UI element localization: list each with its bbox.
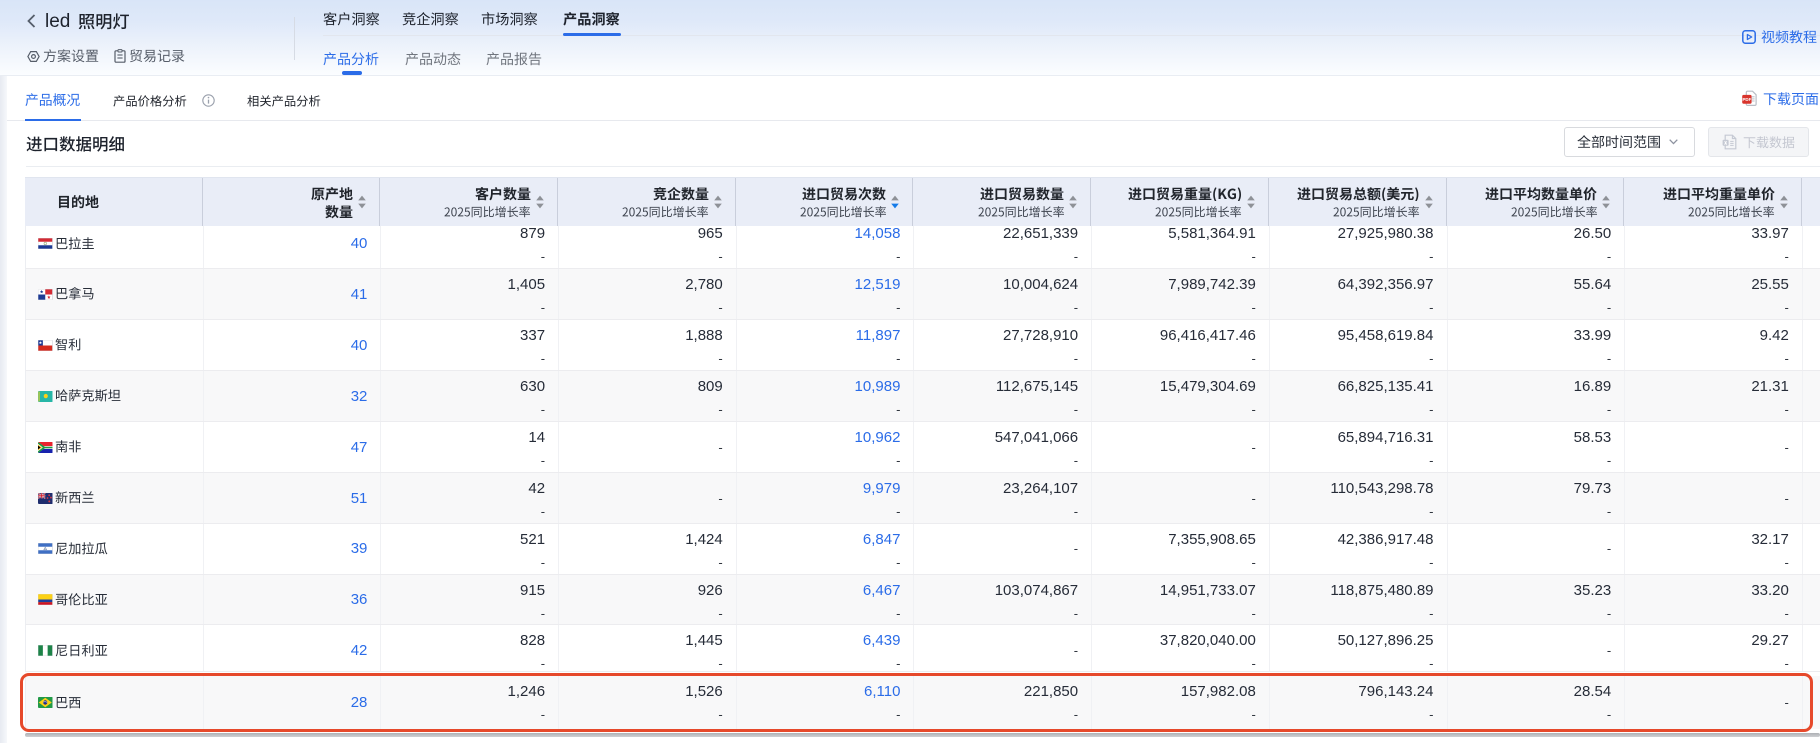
svg-text:PDF: PDF [1743,97,1752,102]
